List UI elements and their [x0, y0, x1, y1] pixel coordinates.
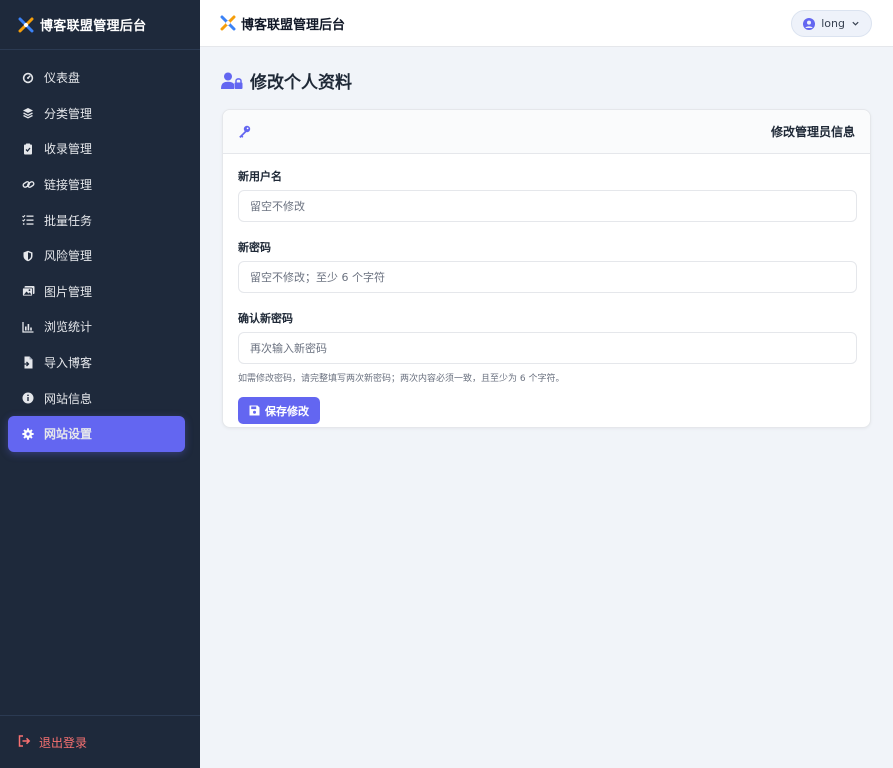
save-button[interactable]: 保存修改: [238, 397, 320, 424]
sidebar: 博客联盟管理后台 仪表盘 分类管理 收录管理 链接管理 批量任务 风险管理 图片…: [0, 0, 200, 768]
sidebar-item-site-settings[interactable]: 网站设置: [8, 415, 185, 452]
sidebar-item-label: 收录管理: [44, 142, 93, 157]
image-icon: [21, 284, 35, 298]
user-menu-button[interactable]: long: [791, 10, 872, 37]
logout-label: 退出登录: [39, 735, 88, 750]
link-icon: [21, 178, 35, 192]
password-hint: 如需修改密码，请完整填写两次新密码；两次内容必须一致，且至少为 6 个字符。: [238, 374, 565, 384]
confirm-password-field-group: 确认新密码: [238, 312, 857, 364]
sidebar-item-label: 风险管理: [44, 249, 93, 264]
save-icon: [249, 405, 260, 416]
sidebar-item-submissions[interactable]: 收录管理: [0, 131, 192, 167]
password-field-group: 新密码: [238, 241, 857, 293]
username-field-group: 新用户名: [238, 170, 857, 222]
topbar: 博客联盟管理后台 long: [200, 0, 893, 47]
sidebar-item-risk[interactable]: 风险管理: [0, 238, 192, 274]
page-header: 修改个人资料: [221, 68, 352, 93]
logout-link[interactable]: 退出登录: [0, 715, 200, 768]
bar-chart-icon: [21, 320, 35, 334]
topbar-title: 博客联盟管理后台: [241, 17, 346, 33]
sidebar-item-links[interactable]: 链接管理: [0, 167, 192, 203]
sidebar-item-label: 仪表盘: [44, 71, 81, 86]
card-title: 修改管理员信息: [770, 125, 855, 139]
sidebar-item-import-blog[interactable]: 导入博客: [0, 345, 192, 381]
sidebar-brand[interactable]: 博客联盟管理后台: [0, 0, 200, 50]
sidebar-item-categories[interactable]: 分类管理: [0, 96, 192, 132]
sidebar-item-label: 图片管理: [44, 284, 93, 299]
sidebar-item-batch-tasks[interactable]: 批量任务: [0, 202, 192, 238]
profile-card: 修改管理员信息 新用户名 新密码 确认新密码 如需修改密码，请完整填写两次新密码…: [222, 109, 871, 428]
sidebar-nav: 仪表盘 分类管理 收录管理 链接管理 批量任务 风险管理 图片管理 浏览统计 导…: [0, 50, 200, 452]
sidebar-item-dashboard[interactable]: 仪表盘: [0, 60, 192, 96]
confirm-password-input[interactable]: [238, 332, 857, 364]
password-input[interactable]: [238, 261, 857, 293]
tasks-icon: [21, 213, 35, 227]
sidebar-item-label: 网站设置: [44, 427, 93, 442]
sidebar-item-label: 网站信息: [44, 391, 93, 406]
username-input[interactable]: [238, 190, 857, 222]
user-name: long: [821, 17, 845, 30]
logout-icon: [18, 735, 32, 749]
chevron-down-icon: [852, 21, 859, 26]
sidebar-item-label: 链接管理: [44, 178, 93, 193]
card-body: 新用户名 新密码 确认新密码 如需修改密码，请完整填写两次新密码；两次内容必须一…: [223, 154, 870, 424]
key-icon: [239, 125, 251, 138]
card-header: 修改管理员信息: [223, 110, 870, 154]
sidebar-item-statistics[interactable]: 浏览统计: [0, 309, 192, 345]
file-import-icon: [21, 356, 35, 370]
gear-icon: [21, 427, 35, 441]
sidebar-item-label: 批量任务: [44, 213, 93, 228]
info-icon: [21, 391, 35, 405]
sidebar-item-images[interactable]: 图片管理: [0, 274, 192, 310]
confirm-password-label: 确认新密码: [238, 312, 293, 325]
brand-logo-icon: [220, 15, 236, 31]
clipboard-check-icon: [21, 142, 35, 156]
user-avatar-icon: [803, 17, 816, 30]
username-label: 新用户名: [238, 170, 282, 183]
password-label: 新密码: [238, 241, 271, 254]
sidebar-item-label: 导入博客: [44, 356, 93, 371]
sidebar-item-label: 浏览统计: [44, 320, 93, 335]
sidebar-item-site-info[interactable]: 网站信息: [0, 380, 192, 416]
save-button-label: 保存修改: [265, 404, 309, 418]
user-lock-icon: [221, 72, 243, 89]
sidebar-item-label: 分类管理: [44, 106, 93, 121]
page-title: 修改个人资料: [250, 73, 352, 93]
shield-icon: [21, 249, 35, 263]
brand-title: 博客联盟管理后台: [40, 19, 147, 34]
dashboard-icon: [21, 71, 35, 85]
layers-icon: [21, 106, 35, 120]
brand-logo-icon: [18, 17, 34, 32]
